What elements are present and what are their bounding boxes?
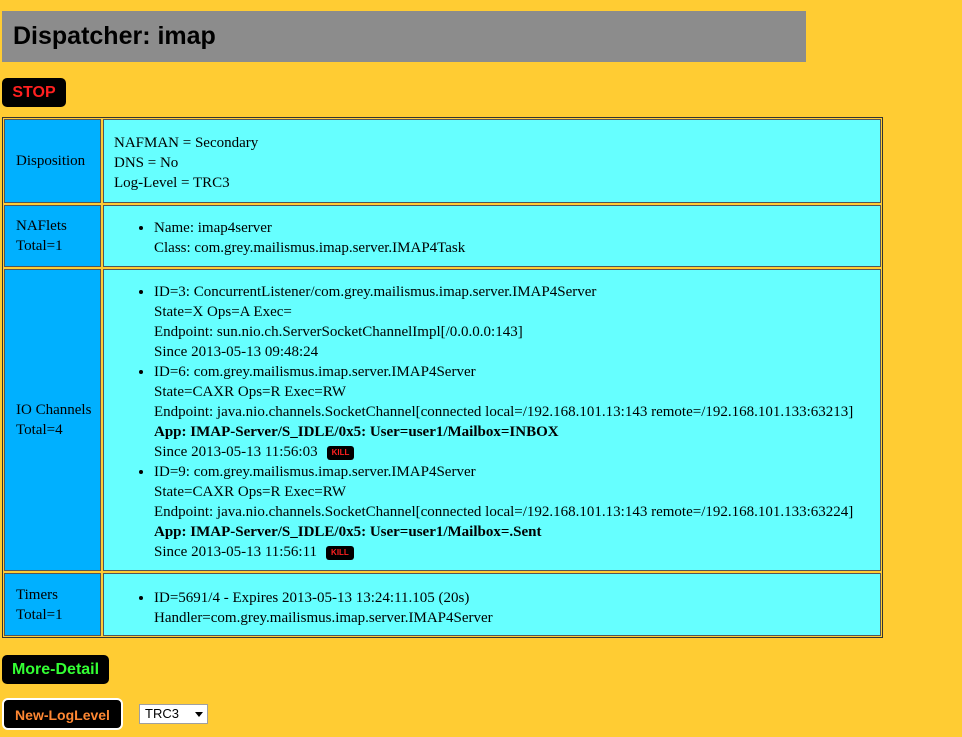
stop-button[interactable]: STOP xyxy=(2,78,66,107)
disposition-value-cell: NAFMAN = Secondary DNS = No Log-Level = … xyxy=(103,119,881,203)
disposition-nafman: NAFMAN = Secondary xyxy=(114,135,259,151)
channel-state: State=CAXR Ops=R Exec=RW xyxy=(154,384,347,400)
channel-app: App: IMAP-Server/S_IDLE/0x5: User=user1/… xyxy=(154,424,559,440)
channel-endpoint: Endpoint: java.nio.channels.SocketChanne… xyxy=(154,404,854,420)
timers-row: Timers Total=1 ID=5691/4 - Expires 2013-… xyxy=(4,573,881,636)
channel-id: ID=9: com.grey.mailismus.imap.server.IMA… xyxy=(154,464,476,480)
io-channels-value-cell: ID=3: ConcurrentListener/com.grey.mailis… xyxy=(103,269,881,571)
list-item: ID=6: com.grey.mailismus.imap.server.IMA… xyxy=(154,362,870,462)
channel-since: Since 2013-05-13 09:48:24 xyxy=(154,344,319,360)
disposition-row: Disposition NAFMAN = Secondary DNS = No … xyxy=(4,119,881,203)
io-channels-total: Total=4 xyxy=(16,422,63,438)
channel-since: Since 2013-05-13 11:56:03 xyxy=(154,444,318,460)
disposition-loglevel: Log-Level = TRC3 xyxy=(114,175,230,191)
chevron-down-icon xyxy=(195,712,203,717)
io-channels-label-cell: IO Channels Total=4 xyxy=(4,269,101,571)
channel-since: Since 2013-05-13 11:56:11 xyxy=(154,544,318,560)
channel-since-line: Since 2013-05-13 11:56:11 KILL xyxy=(154,542,870,562)
list-item: Name: imap4server Class: com.grey.mailis… xyxy=(154,218,870,258)
more-detail-button[interactable]: More-Detail xyxy=(2,655,109,684)
list-item: ID=5691/4 - Expires 2013-05-13 13:24:11.… xyxy=(154,588,870,628)
channel-endpoint: Endpoint: sun.nio.ch.ServerSocketChannel… xyxy=(154,324,523,340)
naflets-row: NAFlets Total=1 Name: imap4server Class:… xyxy=(4,205,881,267)
kill-button[interactable]: KILL xyxy=(326,546,354,560)
timers-value-cell: ID=5691/4 - Expires 2013-05-13 13:24:11.… xyxy=(103,573,881,636)
io-channels-row: IO Channels Total=4 ID=3: ConcurrentList… xyxy=(4,269,881,571)
channel-state: State=X Ops=A Exec= xyxy=(154,304,292,320)
disposition-dns: DNS = No xyxy=(114,155,179,171)
timers-label-cell: Timers Total=1 xyxy=(4,573,101,636)
disposition-label-cell: Disposition xyxy=(4,119,101,203)
naflets-value-cell: Name: imap4server Class: com.grey.mailis… xyxy=(103,205,881,267)
timers-label: Timers xyxy=(16,586,58,603)
loglevel-select[interactable]: TRC3 xyxy=(139,704,208,724)
timers-total: Total=1 xyxy=(16,606,63,623)
naflet-class: Class: com.grey.mailismus.imap.server.IM… xyxy=(154,240,466,256)
list-item: ID=9: com.grey.mailismus.imap.server.IMA… xyxy=(154,462,870,562)
timer-handler: Handler=com.grey.mailismus.imap.server.I… xyxy=(154,610,493,626)
naflets-total: Total=1 xyxy=(16,238,63,254)
timer-id: ID=5691/4 - Expires 2013-05-13 13:24:11.… xyxy=(154,590,470,606)
channel-endpoint: Endpoint: java.nio.channels.SocketChanne… xyxy=(154,504,854,520)
page-title: Dispatcher: imap xyxy=(2,11,806,62)
naflets-label-cell: NAFlets Total=1 xyxy=(4,205,101,267)
loglevel-select-value: TRC3 xyxy=(145,706,179,721)
channel-id: ID=6: com.grey.mailismus.imap.server.IMA… xyxy=(154,364,476,380)
dispatcher-info-table: Disposition NAFMAN = Secondary DNS = No … xyxy=(2,117,883,638)
naflets-label: NAFlets xyxy=(16,218,67,234)
kill-button[interactable]: KILL xyxy=(326,446,355,460)
list-item: ID=3: ConcurrentListener/com.grey.mailis… xyxy=(154,282,870,362)
channel-state: State=CAXR Ops=R Exec=RW xyxy=(154,484,347,500)
io-channels-label: IO Channels xyxy=(16,402,92,418)
channel-app: App: IMAP-Server/S_IDLE/0x5: User=user1/… xyxy=(154,524,542,540)
naflet-name: Name: imap4server xyxy=(154,220,272,236)
channel-since-line: Since 2013-05-13 11:56:03 KILL xyxy=(154,442,870,462)
disposition-label: Disposition xyxy=(16,153,86,169)
new-loglevel-button[interactable]: New-LogLevel xyxy=(2,698,123,730)
channel-id: ID=3: ConcurrentListener/com.grey.mailis… xyxy=(154,284,597,300)
